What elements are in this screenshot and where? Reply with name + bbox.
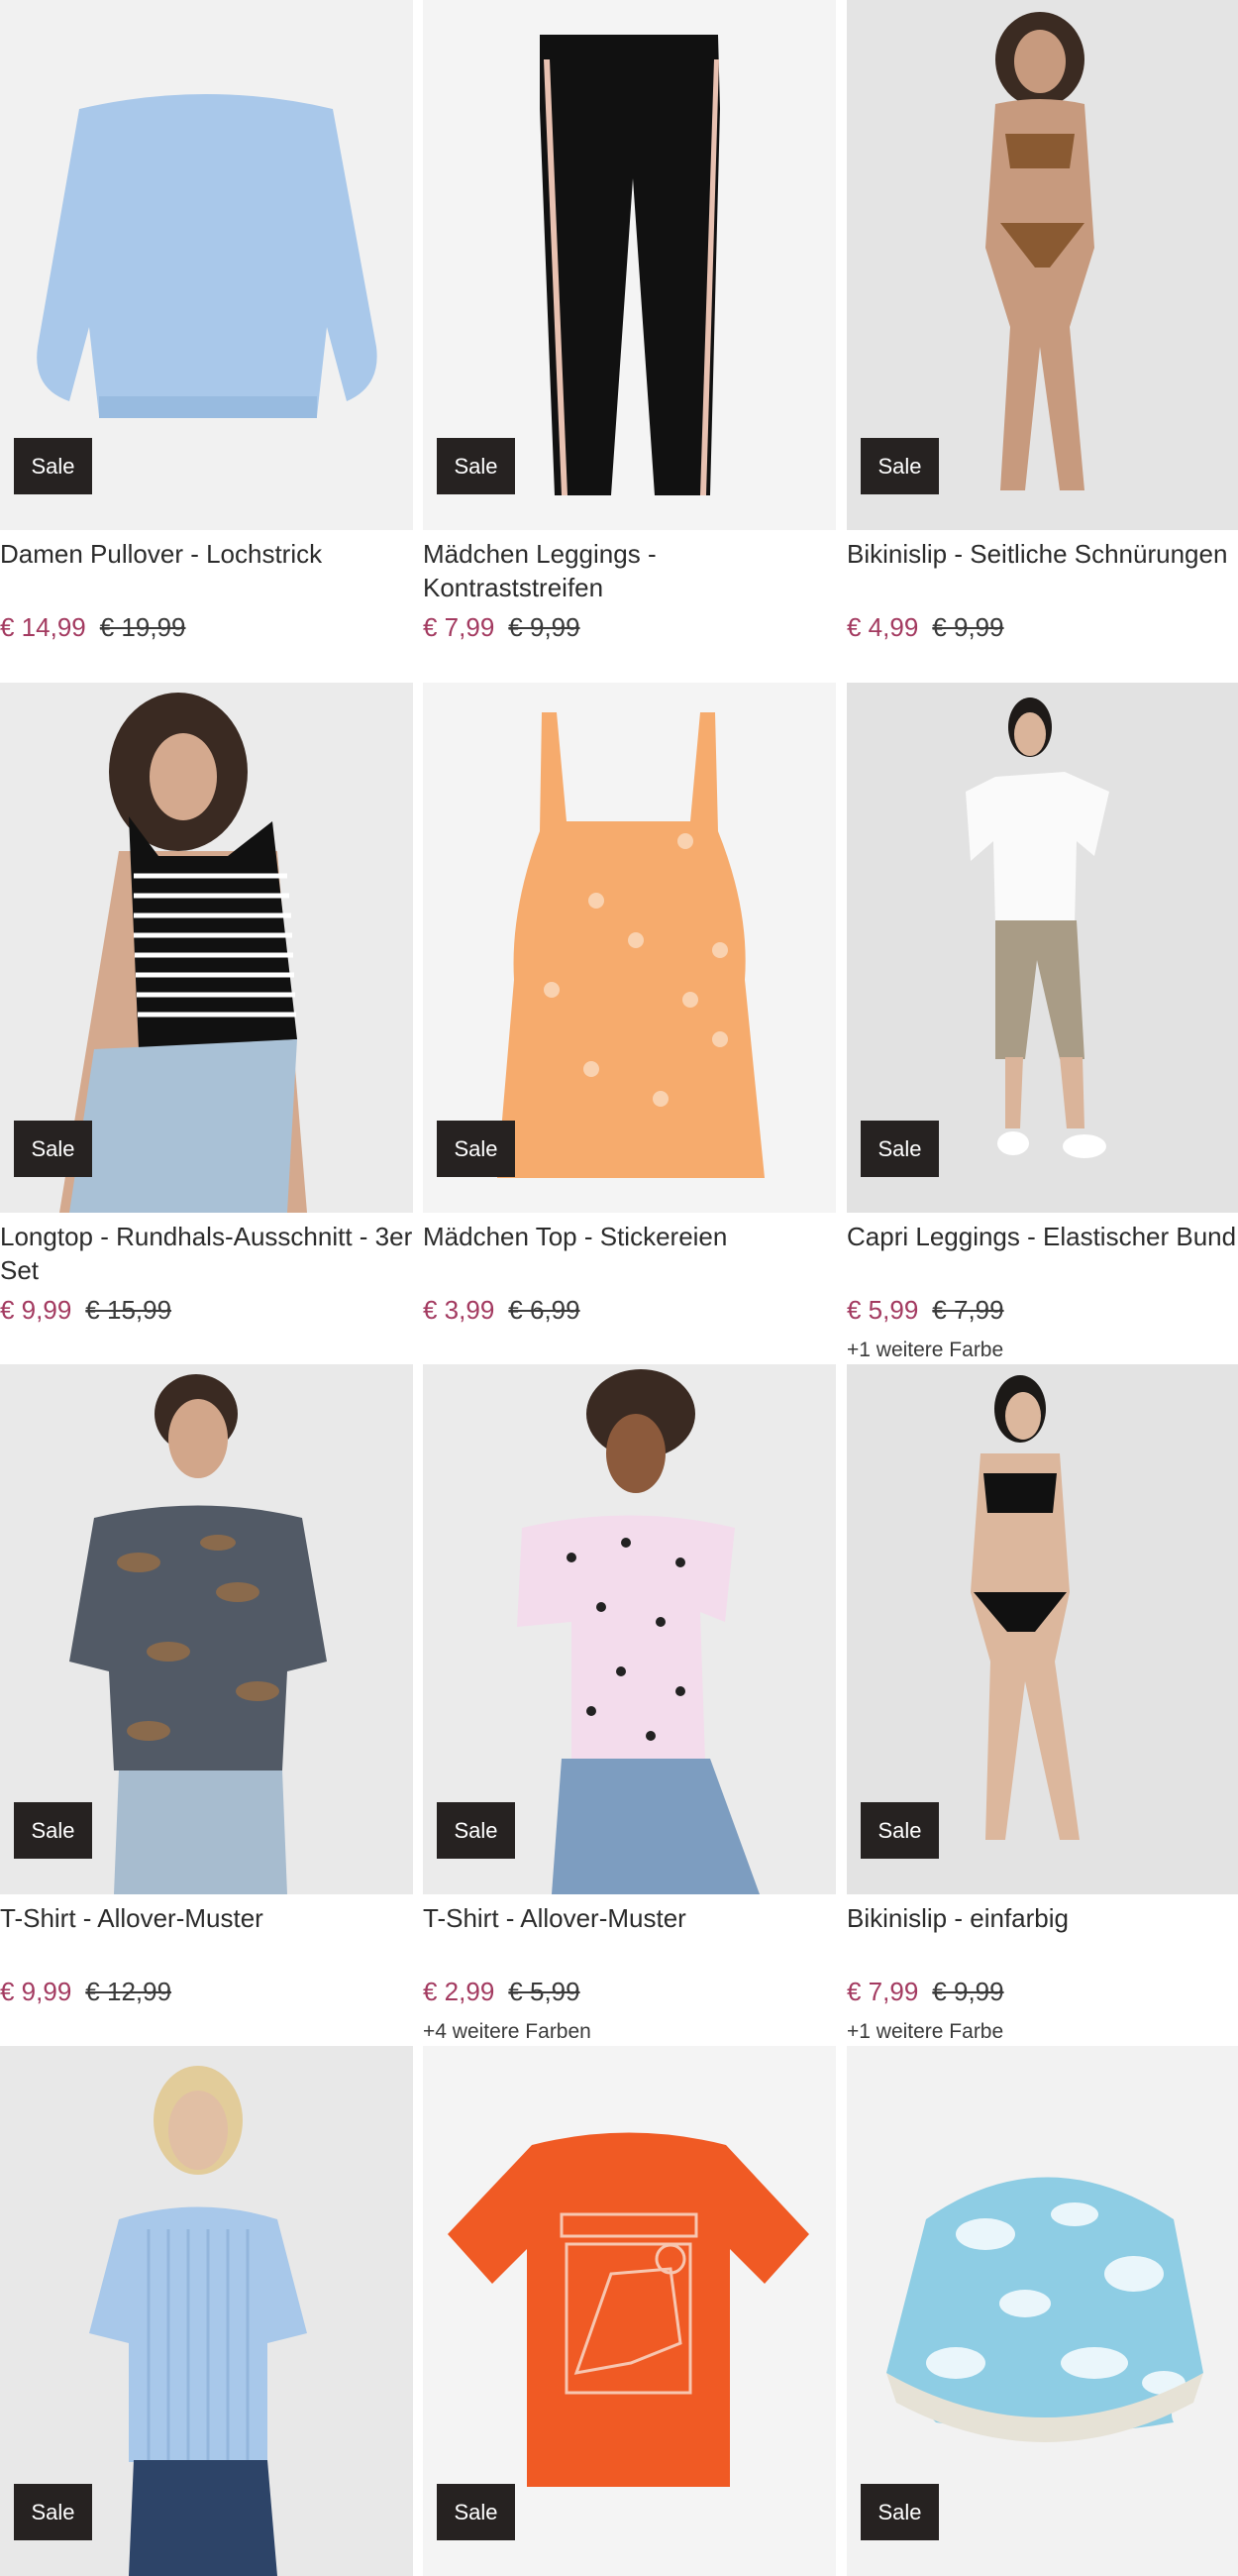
- sale-price: € 5,99: [847, 1295, 919, 1325]
- sale-price: € 7,99: [847, 1977, 919, 2006]
- product-image[interactable]: Sale: [847, 683, 1238, 1213]
- sale-price: € 9,99: [0, 1295, 72, 1325]
- product-image[interactable]: Sale: [847, 0, 1238, 530]
- product-image[interactable]: Sale: [423, 683, 836, 1213]
- original-price: € 9,99: [932, 612, 1004, 642]
- original-price: € 19,99: [99, 612, 186, 642]
- product-title[interactable]: Damen Pullover - Lochstrick: [0, 537, 418, 571]
- sale-badge: Sale: [14, 438, 92, 494]
- product-price: € 2,99 € 5,99: [423, 1975, 580, 2008]
- sale-badge: Sale: [14, 1121, 92, 1177]
- original-price: € 9,99: [932, 1977, 1004, 2006]
- original-price: € 7,99: [932, 1295, 1004, 1325]
- product-image[interactable]: Sale: [847, 1364, 1238, 1894]
- product-title[interactable]: T-Shirt - Allover-Muster: [0, 1901, 418, 1935]
- original-price: € 5,99: [508, 1977, 580, 2006]
- product-price: € 9,99 € 15,99: [0, 1293, 171, 1327]
- more-colors-link[interactable]: +4 weitere Farben: [423, 2018, 591, 2046]
- product-price: € 5,99 € 7,99: [847, 1293, 1004, 1327]
- product-image[interactable]: Sale: [0, 683, 413, 1213]
- product-image[interactable]: Sale: [0, 2046, 413, 2576]
- product-price: € 9,99 € 12,99: [0, 1975, 171, 2008]
- sale-badge: Sale: [861, 1121, 939, 1177]
- product-image[interactable]: Sale: [423, 0, 836, 530]
- sale-badge: Sale: [14, 1802, 92, 1859]
- sale-badge: Sale: [861, 2484, 939, 2540]
- product-title[interactable]: Bikinislip - einfarbig: [847, 1901, 1238, 1935]
- sale-badge: Sale: [437, 1802, 515, 1859]
- sale-badge: Sale: [437, 2484, 515, 2540]
- sale-price: € 4,99: [847, 612, 919, 642]
- sale-price: € 3,99: [423, 1295, 495, 1325]
- sale-badge: Sale: [861, 438, 939, 494]
- product-title[interactable]: Mädchen Top - Stickereien: [423, 1220, 841, 1253]
- sale-badge: Sale: [14, 2484, 92, 2540]
- product-title[interactable]: T-Shirt - Allover-Muster: [423, 1901, 841, 1935]
- sale-price: € 9,99: [0, 1977, 72, 2006]
- product-price: € 7,99 € 9,99: [847, 1975, 1004, 2008]
- product-image[interactable]: Sale: [0, 1364, 413, 1894]
- product-image[interactable]: Sale: [0, 0, 413, 530]
- more-colors-link[interactable]: +1 weitere Farbe: [847, 1337, 1003, 1364]
- product-title[interactable]: Bikinislip - Seitliche Schnürungen: [847, 537, 1238, 571]
- more-colors-link[interactable]: +1 weitere Farbe: [847, 2018, 1003, 2046]
- original-price: € 15,99: [85, 1295, 172, 1325]
- product-price: € 3,99 € 6,99: [423, 1293, 580, 1327]
- product-title[interactable]: Longtop - Rundhals-Ausschnitt - 3er Set: [0, 1220, 418, 1287]
- sale-badge: Sale: [437, 438, 515, 494]
- sale-price: € 2,99: [423, 1977, 495, 2006]
- sale-price: € 7,99: [423, 612, 495, 642]
- product-title[interactable]: Capri Leggings - Elastischer Bund: [847, 1220, 1238, 1253]
- original-price: € 12,99: [85, 1977, 172, 2006]
- product-image[interactable]: Sale: [847, 2046, 1238, 2576]
- product-grid: Sale Damen Pullover - Lochstrick € 14,99…: [0, 0, 1238, 2576]
- original-price: € 9,99: [508, 612, 580, 642]
- product-image[interactable]: Sale: [423, 2046, 836, 2576]
- sale-badge: Sale: [437, 1121, 515, 1177]
- product-price: € 14,99 € 19,99: [0, 610, 186, 644]
- product-price: € 4,99 € 9,99: [847, 610, 1004, 644]
- sale-badge: Sale: [861, 1802, 939, 1859]
- product-price: € 7,99 € 9,99: [423, 610, 580, 644]
- product-image[interactable]: Sale: [423, 1364, 836, 1894]
- product-title[interactable]: Mädchen Leggings - Kontraststreifen: [423, 537, 841, 604]
- sale-price: € 14,99: [0, 612, 86, 642]
- original-price: € 6,99: [508, 1295, 580, 1325]
